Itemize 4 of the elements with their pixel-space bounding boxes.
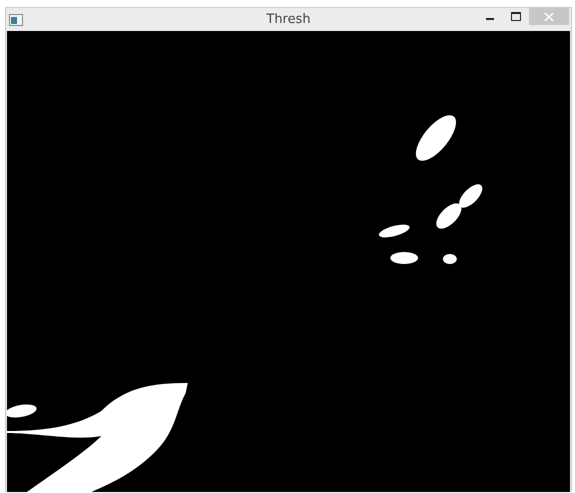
window-title: Thresh <box>265 12 312 27</box>
close-icon <box>544 12 554 22</box>
maximize-icon <box>511 12 521 21</box>
app-icon <box>9 14 23 26</box>
